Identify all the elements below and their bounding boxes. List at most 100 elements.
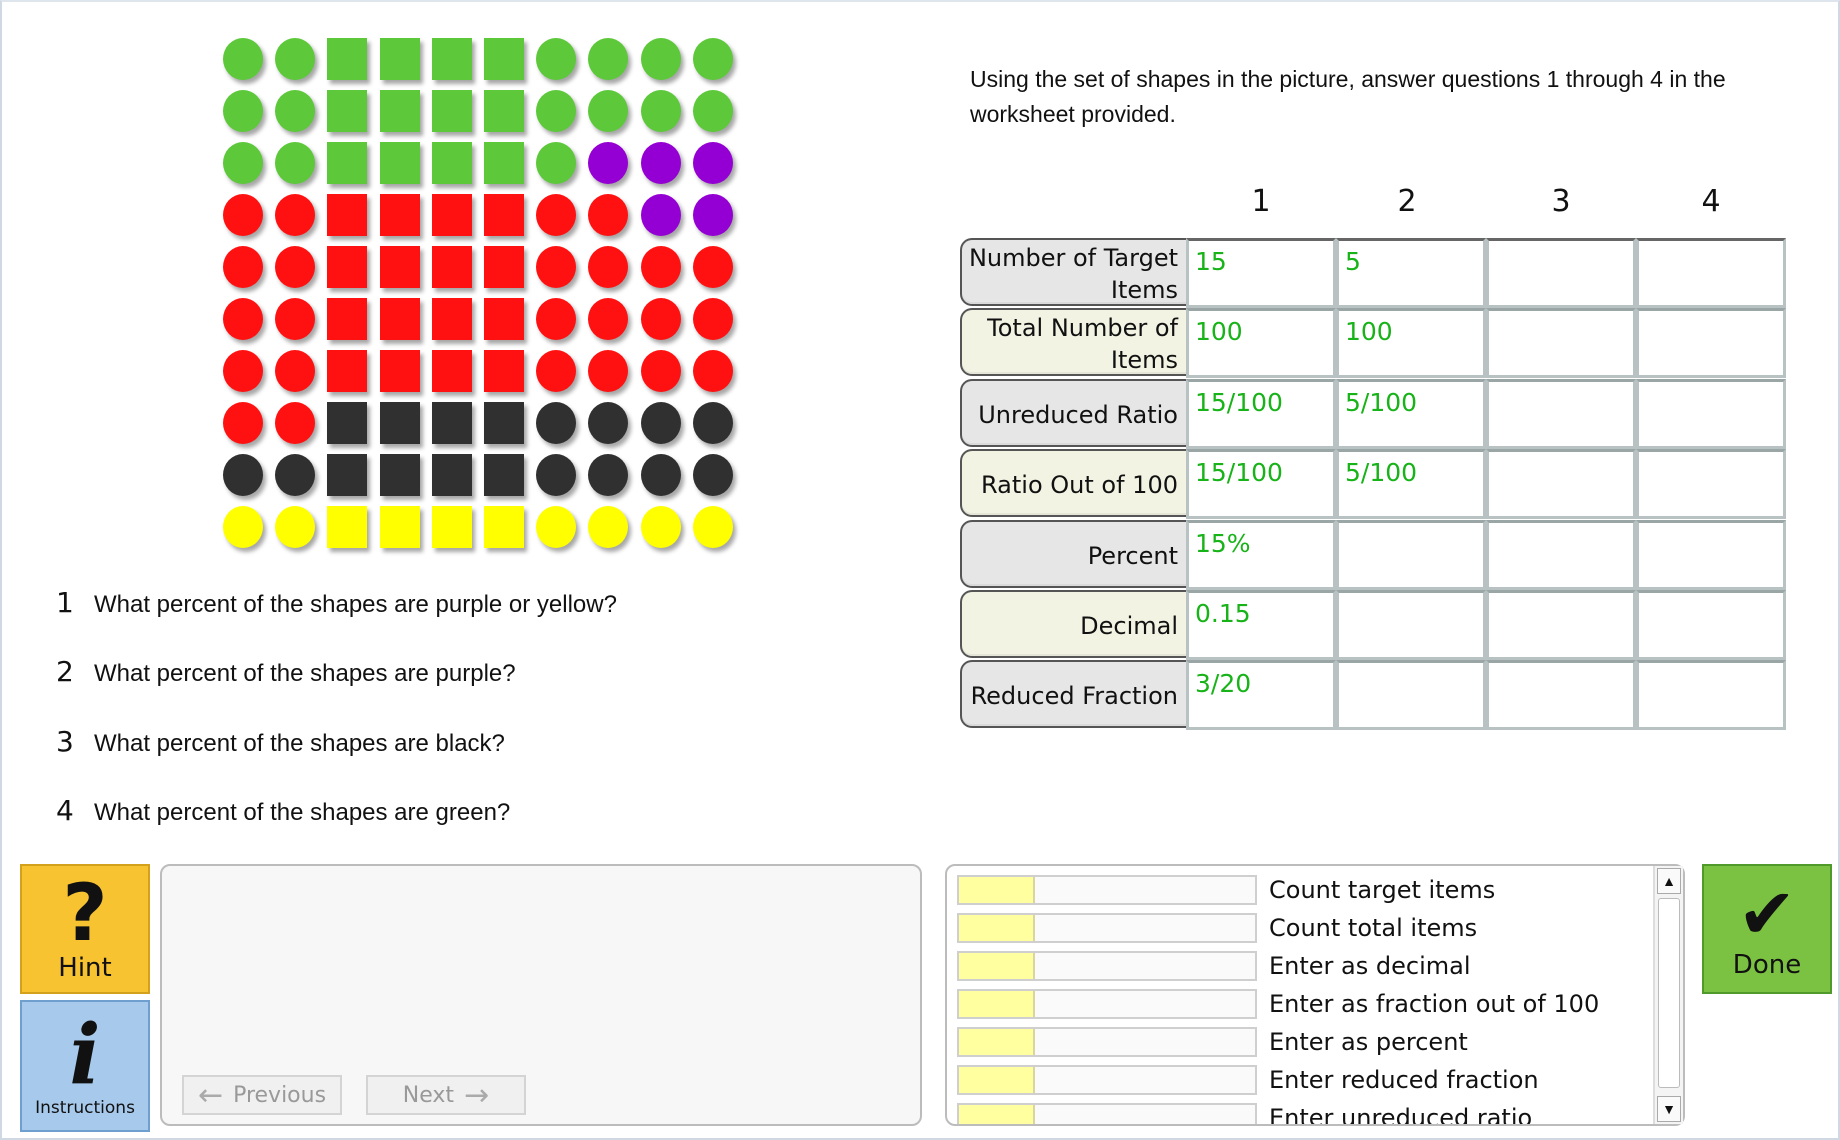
worksheet-answer-cell[interactable]: 5/100 bbox=[1336, 449, 1486, 520]
red-square-shape bbox=[431, 350, 472, 392]
worksheet-answer-cell[interactable] bbox=[1486, 449, 1636, 520]
red-square-shape bbox=[327, 298, 368, 340]
green-circle-shape bbox=[536, 90, 577, 132]
worksheet-answer-cell[interactable]: 5 bbox=[1336, 238, 1486, 308]
green-square-shape bbox=[484, 142, 524, 184]
row-label-text: Unreduced Ratio bbox=[978, 400, 1178, 429]
black-circle-shape bbox=[536, 454, 577, 496]
previous-button[interactable]: ← Previous bbox=[182, 1075, 342, 1115]
arrow-right-icon: → bbox=[464, 1077, 490, 1113]
worksheet-answer-cell[interactable] bbox=[1636, 308, 1786, 379]
worksheet-answer-cell[interactable] bbox=[1636, 590, 1786, 660]
red-circle-shape bbox=[588, 246, 629, 288]
green-circle-shape bbox=[536, 38, 577, 80]
step-label: Enter unreduced ratio bbox=[1269, 1104, 1533, 1126]
hint-button-label: Hint bbox=[58, 953, 112, 983]
green-square-shape bbox=[327, 38, 368, 80]
step-progress-bar bbox=[957, 913, 1257, 943]
done-button[interactable]: ✔ Done bbox=[1702, 864, 1832, 994]
green-circle-shape bbox=[588, 38, 629, 80]
worksheet-column-header: 4 bbox=[1701, 184, 1721, 219]
question-number: 3 bbox=[56, 725, 74, 758]
row-label-text: Total Number of Items bbox=[987, 314, 1178, 375]
worksheet-answer-cell[interactable] bbox=[1486, 519, 1636, 590]
worksheet-answer-cell[interactable] bbox=[1636, 238, 1786, 308]
green-circle-shape bbox=[275, 38, 316, 80]
worksheet-answer-cell[interactable] bbox=[1336, 590, 1486, 660]
red-circle-shape bbox=[588, 194, 629, 236]
row-label-text: Decimal bbox=[1080, 612, 1178, 640]
worksheet-answer-cell[interactable]: 100 bbox=[1336, 308, 1486, 379]
instructions-button[interactable]: i Instructions bbox=[20, 1000, 150, 1132]
red-circle-shape bbox=[536, 194, 577, 236]
green-square-shape bbox=[327, 90, 368, 132]
black-square-shape bbox=[484, 454, 524, 496]
worksheet-answer-cell[interactable]: 0.15 bbox=[1186, 590, 1336, 660]
worksheet-answer-cell[interactable]: 5/100 bbox=[1336, 378, 1486, 449]
worksheet-answer-cell[interactable] bbox=[1486, 378, 1636, 449]
step-item: Enter as percent bbox=[957, 1027, 1468, 1057]
green-square-shape bbox=[379, 90, 420, 132]
green-circle-shape bbox=[536, 142, 577, 184]
worksheet-row-label: Percent bbox=[960, 519, 1186, 588]
worksheet-answer-cell[interactable]: 15 bbox=[1186, 238, 1336, 308]
red-square-shape bbox=[379, 194, 420, 236]
worksheet-column-header: 2 bbox=[1397, 184, 1417, 219]
red-square-shape bbox=[484, 298, 524, 340]
green-circle-shape bbox=[640, 38, 681, 80]
done-button-label: Done bbox=[1732, 950, 1802, 980]
scroll-up-icon[interactable]: ▲ bbox=[1657, 868, 1681, 894]
steps-scrollbar[interactable]: ▲ ▼ bbox=[1653, 866, 1683, 1124]
info-icon: i bbox=[69, 1007, 101, 1103]
red-circle-shape bbox=[536, 350, 577, 392]
scrollbar-thumb[interactable] bbox=[1658, 898, 1680, 1088]
worksheet-answer-cell[interactable]: 15% bbox=[1186, 519, 1336, 590]
black-circle-shape bbox=[588, 454, 629, 496]
worksheet-answer-cell[interactable] bbox=[1486, 238, 1636, 308]
question-mark-icon: ? bbox=[62, 869, 108, 959]
row-label-text: Reduced Fraction bbox=[970, 682, 1178, 711]
worksheet-answer-cell[interactable] bbox=[1636, 449, 1786, 520]
red-square-shape bbox=[327, 350, 368, 392]
previous-button-label: Previous bbox=[233, 1082, 327, 1108]
worksheet-answer-cell[interactable] bbox=[1336, 519, 1486, 590]
worksheet-answer-cell[interactable]: 3/20 bbox=[1186, 660, 1336, 731]
worksheet-row-label: Decimal bbox=[960, 590, 1186, 658]
question-text: What percent of the shapes are green? bbox=[94, 799, 511, 826]
yellow-square-shape bbox=[484, 506, 524, 548]
yellow-square-shape bbox=[431, 506, 472, 548]
worksheet-answer-cell[interactable] bbox=[1486, 308, 1636, 379]
green-square-shape bbox=[431, 38, 472, 80]
red-circle-shape bbox=[223, 298, 263, 340]
red-circle-shape bbox=[275, 402, 316, 444]
black-circle-shape bbox=[275, 454, 316, 496]
yellow-circle-shape bbox=[692, 506, 733, 548]
hint-button[interactable]: ? Hint bbox=[20, 864, 150, 994]
black-square-shape bbox=[379, 402, 420, 444]
worksheet-answer-cell[interactable]: 15/100 bbox=[1186, 378, 1336, 449]
question-number: 2 bbox=[56, 655, 74, 688]
worksheet-answer-cell[interactable] bbox=[1486, 660, 1636, 731]
step-progress-bar bbox=[957, 1103, 1257, 1124]
worksheet-answer-cell[interactable] bbox=[1486, 590, 1636, 660]
worksheet-answer-cell[interactable] bbox=[1636, 378, 1786, 449]
worksheet-answer-cell[interactable]: 100 bbox=[1186, 308, 1336, 379]
red-circle-shape bbox=[640, 298, 681, 340]
red-circle-shape bbox=[223, 246, 263, 288]
worksheet-answer-cell[interactable] bbox=[1636, 519, 1786, 590]
question-2: 2 What percent of the shapes are purple? bbox=[56, 655, 516, 688]
red-square-shape bbox=[431, 194, 472, 236]
worksheet-row-label: Total Number of Items bbox=[960, 308, 1186, 377]
red-circle-shape bbox=[588, 298, 629, 340]
step-progress-bar bbox=[957, 875, 1257, 905]
black-circle-shape bbox=[640, 402, 681, 444]
next-button[interactable]: Next → bbox=[366, 1075, 526, 1115]
green-square-shape bbox=[327, 142, 368, 184]
scroll-down-icon[interactable]: ▼ bbox=[1657, 1096, 1681, 1122]
worksheet-answer-cell[interactable] bbox=[1336, 660, 1486, 731]
worksheet-answer-cell[interactable]: 15/100 bbox=[1186, 449, 1336, 520]
worksheet-answer-cell[interactable] bbox=[1636, 660, 1786, 731]
row-label-text: Percent bbox=[1087, 541, 1178, 570]
purple-circle-shape bbox=[588, 142, 629, 184]
red-circle-shape bbox=[588, 350, 629, 392]
